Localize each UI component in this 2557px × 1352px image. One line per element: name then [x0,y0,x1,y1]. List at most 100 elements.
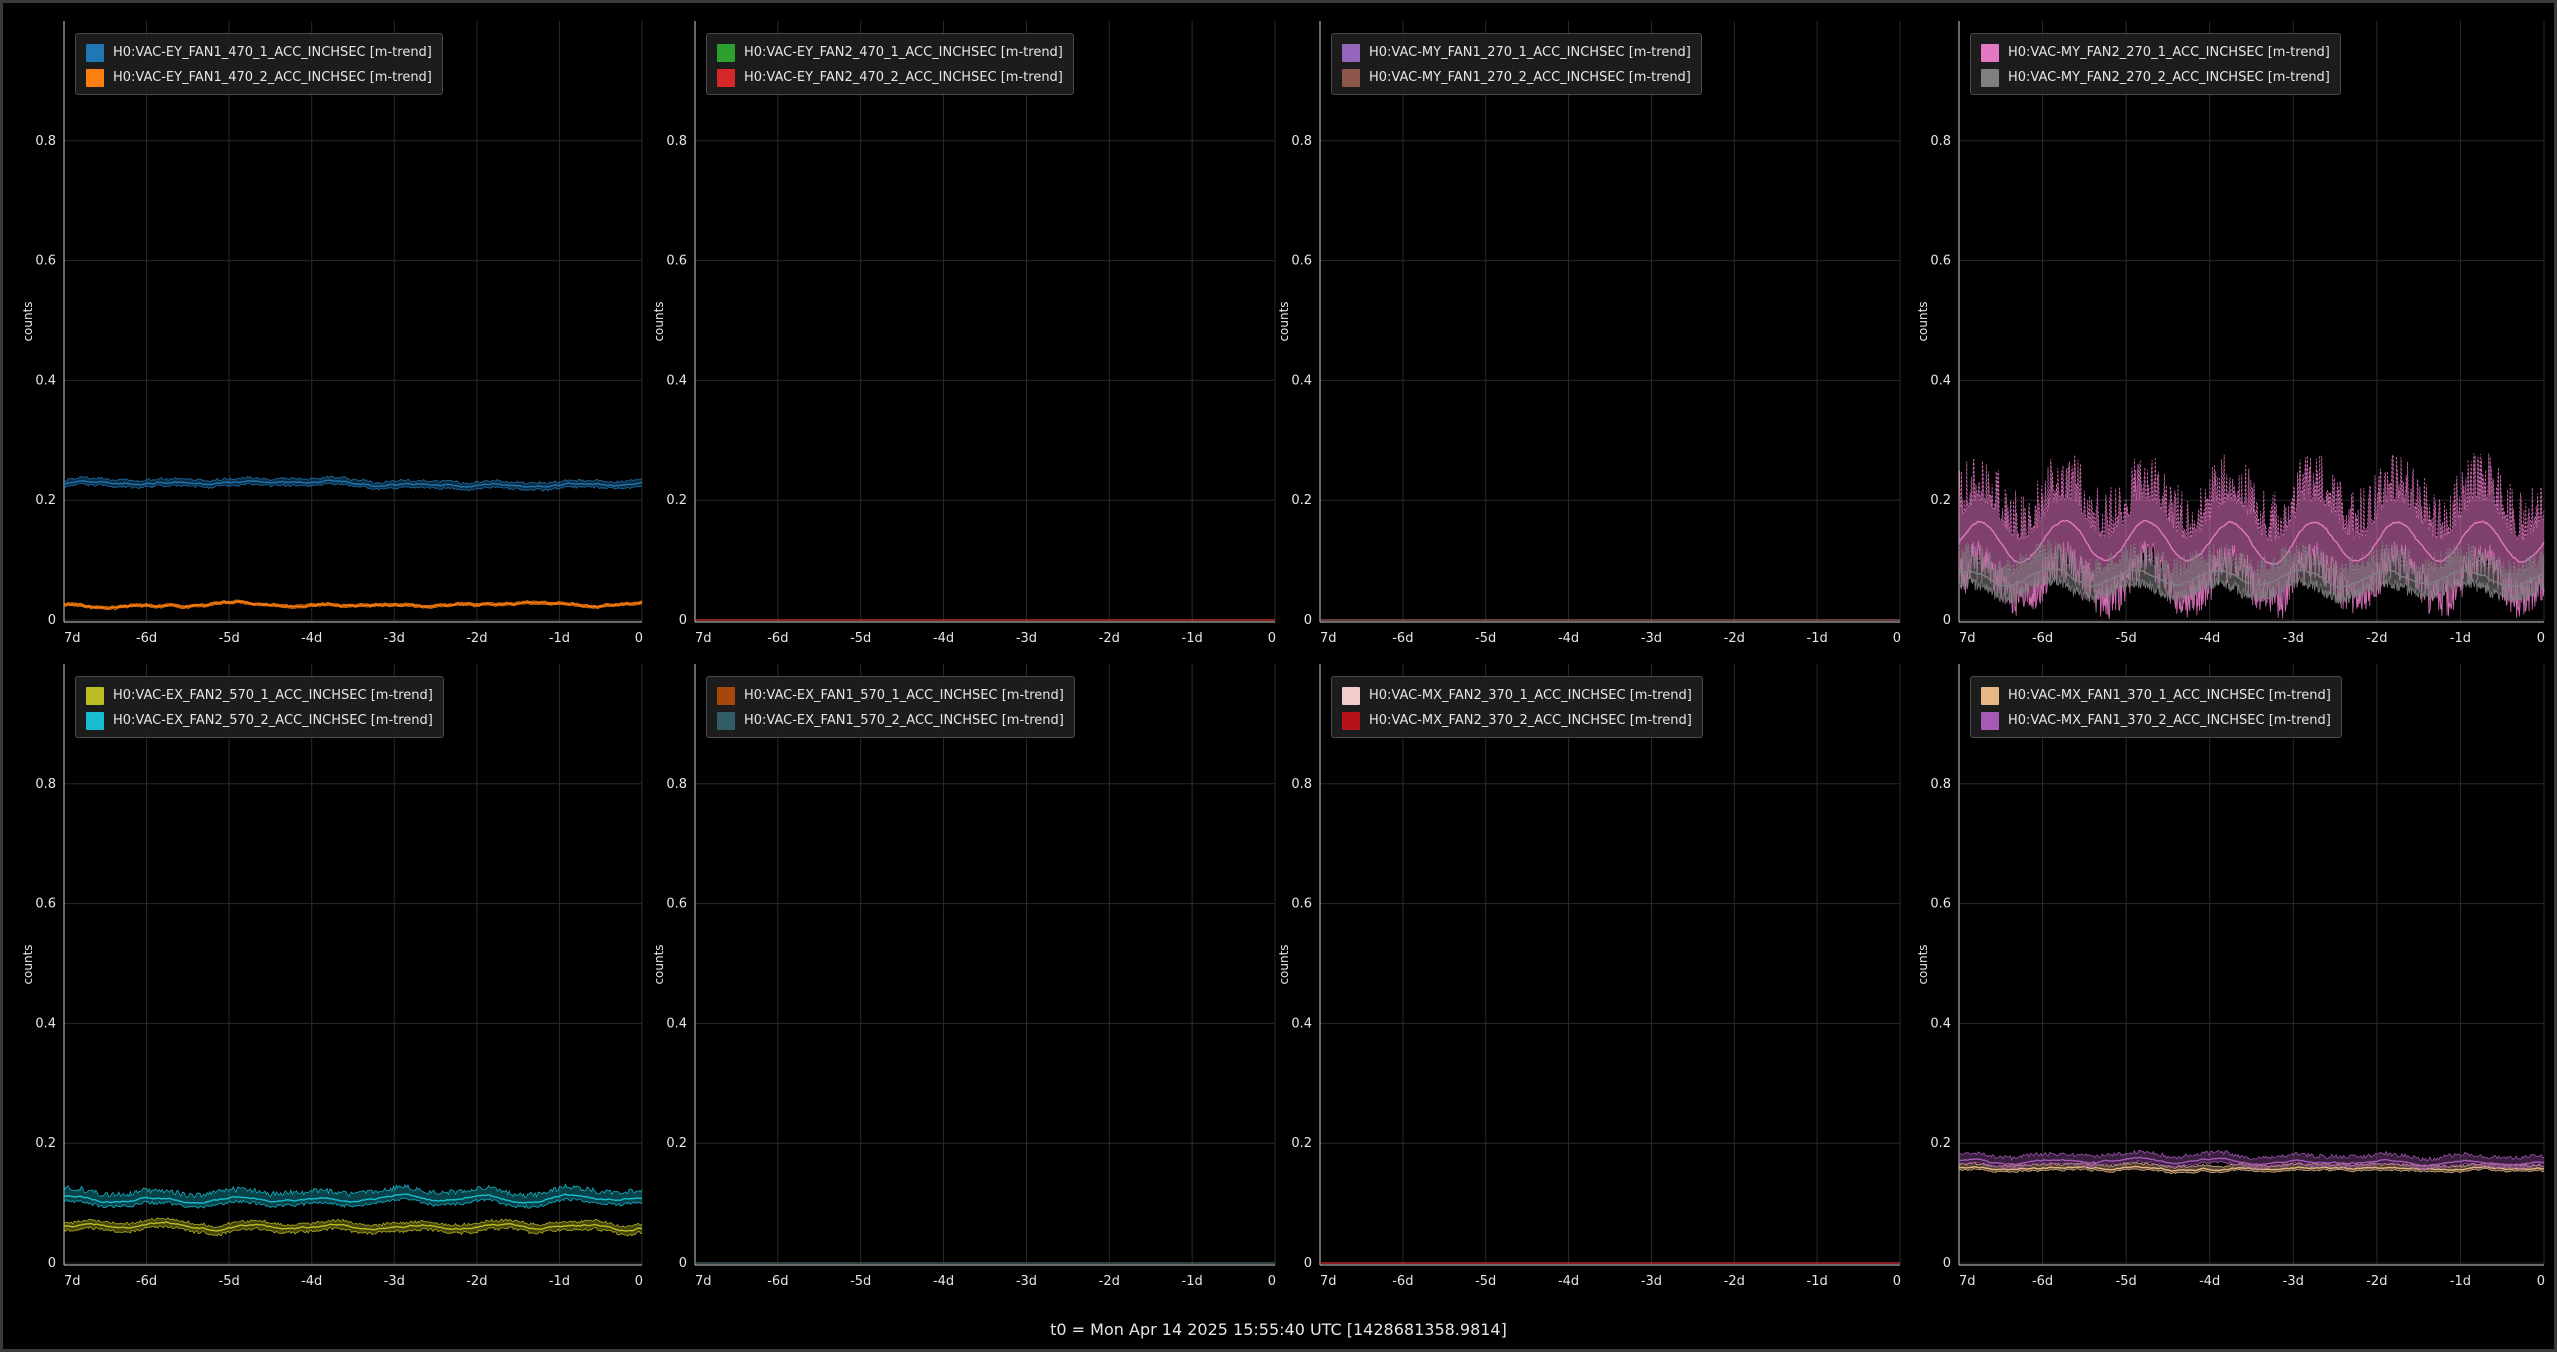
x-tick-label: -1d [1807,1274,1828,1289]
y-tick-label: 0.8 [1930,777,1951,792]
panel-ey-fan2: 0 0.2 0.4 0.6 0.8 7d -6d -5d -4d -3d -2d -1d 0 counts… [643,0,1276,660]
legend-swatch [717,43,735,62]
x-tick-label: -4d [1558,1274,1579,1289]
y-tick-label: 0.4 [666,1016,687,1031]
y-tick-label: 0 [1304,1256,1312,1271]
legend-label: H0:VAC-EY_FAN1_470_2_ACC_INCHSEC [m-tren… [113,70,432,85]
chart-svg: 00.20.40.60.87d -6d -5d -4d -3d -2d -1d 0counts [1277,21,1901,646]
x-tick-label: -3d [384,1274,405,1289]
x-tick-label: -1d [2450,1274,2471,1289]
panel-ex-fan2: 0 0.2 0.4 0.6 0.8 7d -6d -5d -4d -3d -2d -1d 0 counts… [0,643,643,1303]
legend-swatch [86,711,104,730]
legend-label: H0:VAC-EX_FAN1_570_1_ACC_INCHSEC [m-tren… [744,688,1064,703]
panel-ex-fan1: 0 0.2 0.4 0.6 0.8 7d -6d -5d -4d -3d -2d -1d 0 counts… [643,643,1276,1303]
legend-entry: H0:VAC-EY_FAN2_470_2_ACC_INCHSEC [m-tren… [717,65,1063,90]
y-axis-label: counts [1916,301,1930,341]
y-tick-label: 0.4 [1291,1016,1312,1031]
y-tick-label: 0 [1304,613,1312,628]
legend-entry: H0:VAC-MY_FAN2_270_1_ACC_INCHSEC [m-tren… [1981,40,2330,65]
legend: H0:VAC-EY_FAN2_470_1_ACC_INCHSEC [m-tren… [706,33,1074,95]
legend-swatch [717,711,735,730]
x-tick-label: -6d [136,1274,157,1289]
legend-swatch [1981,711,1999,730]
y-tick-label: 0.2 [1930,1136,1951,1151]
x-tick-label: -3d [2283,1274,2304,1289]
x-tick-label: -1d [1182,1274,1203,1289]
y-tick-label: 0.4 [666,373,687,388]
y-tick-label: 0.8 [666,777,687,792]
y-tick-label: 0.4 [35,373,56,388]
y-tick-label: 0.8 [666,134,687,149]
legend-swatch [1342,711,1360,730]
legend-entry: H0:VAC-MY_FAN1_270_1_ACC_INCHSEC [m-tren… [1342,40,1691,65]
y-tick-label: 0 [1943,1256,1951,1271]
chart-svg: 00.20.40.60.87d -6d -5d -4d -3d -2d -1d 0counts [652,664,1276,1289]
legend: H0:VAC-MX_FAN1_370_1_ACC_INCHSEC [m-tren… [1970,676,2342,738]
legend-entry: H0:VAC-MY_FAN2_270_2_ACC_INCHSEC [m-tren… [1981,65,2330,90]
y-tick-label: 0.4 [1291,373,1312,388]
legend-swatch [86,43,104,62]
x-tick-label: -4d [933,1274,954,1289]
y-tick-label: 0.6 [1291,254,1312,269]
legend-label: H0:VAC-EY_FAN2_470_2_ACC_INCHSEC [m-tren… [744,70,1063,85]
legend-label: H0:VAC-EX_FAN2_570_1_ACC_INCHSEC [m-tren… [113,688,433,703]
y-tick-label: 0 [679,1256,687,1271]
panel-my-fan2: 0 0.2 0.4 0.6 0.8 7d -6d -5d -4d -3d -2d -1d 0 counts… [1907,0,2550,660]
x-tick-label: 7d [1959,1274,1976,1289]
panel-ey-fan1: 0 0.2 0.4 0.6 0.8 7d -6d -5d -4d -3d -2d -1d 0 counts… [0,0,643,660]
legend-entry: H0:VAC-MX_FAN2_370_2_ACC_INCHSEC [m-tren… [1342,708,1692,733]
y-tick-label: 0.2 [1291,1136,1312,1151]
y-axis-label: counts [1916,944,1930,984]
legend: H0:VAC-EX_FAN2_570_1_ACC_INCHSEC [m-tren… [75,676,444,738]
x-tick-label: -4d [2199,1274,2220,1289]
y-axis-label: counts [652,944,666,984]
y-tick-label: 0.2 [35,493,56,508]
x-tick-label: -2d [466,1274,487,1289]
x-tick-label: -6d [1392,1274,1413,1289]
chart-svg: 00.20.40.60.87d -6d -5d -4d -3d -2d -1d 0counts [21,664,643,1289]
y-tick-label: 0 [48,613,56,628]
x-tick-label: -2d [1724,1274,1745,1289]
y-tick-label: 0 [679,613,687,628]
x-tick-label: -2d [1099,1274,1120,1289]
x-tick-label: 7d [695,1274,712,1289]
legend-entry: H0:VAC-MX_FAN2_370_1_ACC_INCHSEC [m-tren… [1342,683,1692,708]
t0-timestamp-label: t0 = Mon Apr 14 2025 15:55:40 UTC [14286… [1050,1320,1507,1339]
y-tick-label: 0.4 [35,1016,56,1031]
chart-svg: 00.20.40.60.87d -6d -5d -4d -3d -2d -1d 0counts [1277,664,1901,1289]
y-tick-label: 0.2 [35,1136,56,1151]
y-axis-label: counts [21,301,35,341]
y-axis-label: counts [1277,301,1291,341]
panel-mx-fan1: 0 0.2 0.4 0.6 0.8 7d -6d -5d -4d -3d -2d -1d 0 counts… [1907,643,2550,1303]
chart-svg: 00.20.40.60.87d -6d -5d -4d -3d -2d -1d 0counts [1916,21,2545,646]
y-tick-label: 0.6 [666,897,687,912]
x-tick-label: 7d [1320,1274,1337,1289]
x-tick-label: -5d [2116,1274,2137,1289]
x-tick-label: 0 [1893,1274,1901,1289]
y-tick-label: 0.4 [1930,373,1951,388]
x-tick-label: 0 [635,1274,643,1289]
legend-label: H0:VAC-EX_FAN1_570_2_ACC_INCHSEC [m-tren… [744,713,1064,728]
y-axis-label: counts [652,301,666,341]
legend-swatch [1981,686,1999,705]
legend-label: H0:VAC-MY_FAN1_270_2_ACC_INCHSEC [m-tren… [1369,70,1691,85]
x-tick-label: -5d [219,1274,240,1289]
legend-label: H0:VAC-MY_FAN2_270_1_ACC_INCHSEC [m-tren… [2008,45,2330,60]
legend-label: H0:VAC-EY_FAN2_470_1_ACC_INCHSEC [m-tren… [744,45,1063,60]
y-tick-label: 0.8 [1291,777,1312,792]
y-tick-label: 0.2 [666,493,687,508]
chart-svg: 00.20.40.60.87d -6d -5d -4d -3d -2d -1d 0counts [652,21,1276,646]
legend-entry: H0:VAC-MX_FAN1_370_1_ACC_INCHSEC [m-tren… [1981,683,2331,708]
legend-label: H0:VAC-EX_FAN2_570_2_ACC_INCHSEC [m-tren… [113,713,433,728]
x-tick-label: -2d [2366,1274,2387,1289]
x-tick-label: -6d [2032,1274,2053,1289]
legend-label: H0:VAC-MY_FAN2_270_2_ACC_INCHSEC [m-tren… [2008,70,2330,85]
legend-entry: H0:VAC-EY_FAN1_470_2_ACC_INCHSEC [m-tren… [86,65,432,90]
x-tick-label: -1d [549,1274,570,1289]
legend-label: H0:VAC-MX_FAN1_370_1_ACC_INCHSEC [m-tren… [2008,688,2331,703]
legend-swatch [1981,68,1999,87]
legend-swatch [1342,68,1360,87]
legend: H0:VAC-MX_FAN2_370_1_ACC_INCHSEC [m-tren… [1331,676,1703,738]
y-tick-label: 0.6 [35,897,56,912]
y-tick-label: 0.4 [1930,1016,1951,1031]
